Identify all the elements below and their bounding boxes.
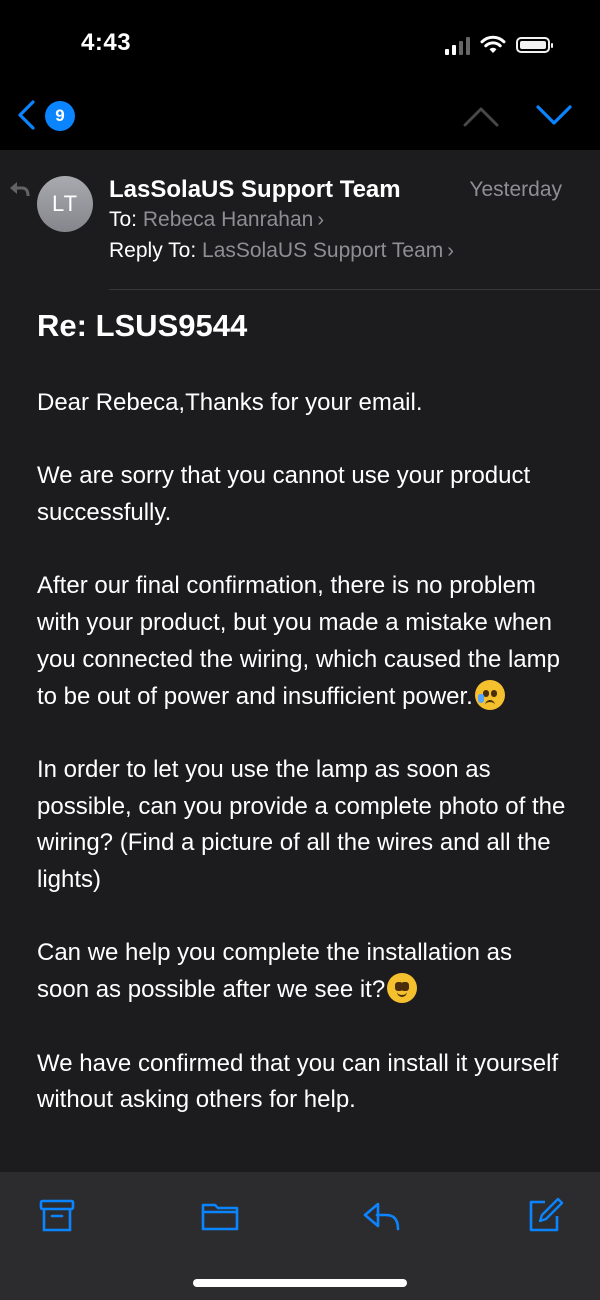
chevron-right-icon: › [447, 240, 454, 262]
status-time: 4:43 [81, 29, 132, 56]
message-body: Dear Rebeca,Thanks for your email. We ar… [37, 385, 567, 1156]
unread-count-badge: 9 [45, 101, 75, 131]
to-label: To: [109, 208, 138, 231]
cellular-signal-icon [445, 35, 470, 55]
status-icons [445, 33, 553, 57]
body-paragraph: Dear Rebeca,Thanks for your email. [37, 389, 423, 416]
pleading-face-emoji-icon [387, 973, 418, 1004]
compose-icon[interactable] [525, 1196, 565, 1236]
body-paragraph: We have confirmed that you can install i… [37, 1049, 559, 1114]
reply-to-row[interactable]: Reply To: LasSolaUS Support Team › [109, 239, 454, 263]
top-bar [0, 0, 600, 150]
reply-to-label: Reply To: [109, 239, 197, 262]
reply-icon[interactable] [362, 1196, 402, 1236]
message-date: Yesterday [469, 178, 562, 201]
message-subject: Re: LSUS9544 [37, 308, 248, 343]
to-value[interactable]: Rebeca Hanrahan [143, 208, 313, 231]
body-paragraph: Can we help you complete the installatio… [37, 939, 512, 1004]
body-paragraph: After our final confirmation, there is n… [37, 572, 560, 710]
wifi-icon [480, 35, 506, 53]
body-paragraph: We are sorry that you cannot use your pr… [37, 462, 531, 527]
sender-name[interactable]: LasSolaUS Support Team [109, 176, 401, 204]
body-paragraph: In order to let you use the lamp as soon… [37, 755, 566, 894]
header-divider [109, 289, 600, 290]
home-indicator[interactable] [193, 1279, 407, 1287]
chevron-down-icon[interactable] [535, 100, 573, 130]
reply-to-value[interactable]: LasSolaUS Support Team [202, 239, 443, 262]
replied-indicator-icon [10, 182, 30, 197]
sender-avatar[interactable]: LT [37, 176, 93, 232]
folder-icon[interactable] [200, 1196, 240, 1236]
chevron-left-icon[interactable] [12, 98, 42, 132]
recipient-row[interactable]: To: Rebeca Hanrahan › [109, 208, 324, 232]
chevron-right-icon: › [317, 209, 324, 231]
archive-icon[interactable] [37, 1196, 77, 1236]
crying-face-emoji-icon [474, 679, 505, 710]
battery-icon [516, 37, 553, 53]
chevron-up-icon [463, 107, 499, 127]
